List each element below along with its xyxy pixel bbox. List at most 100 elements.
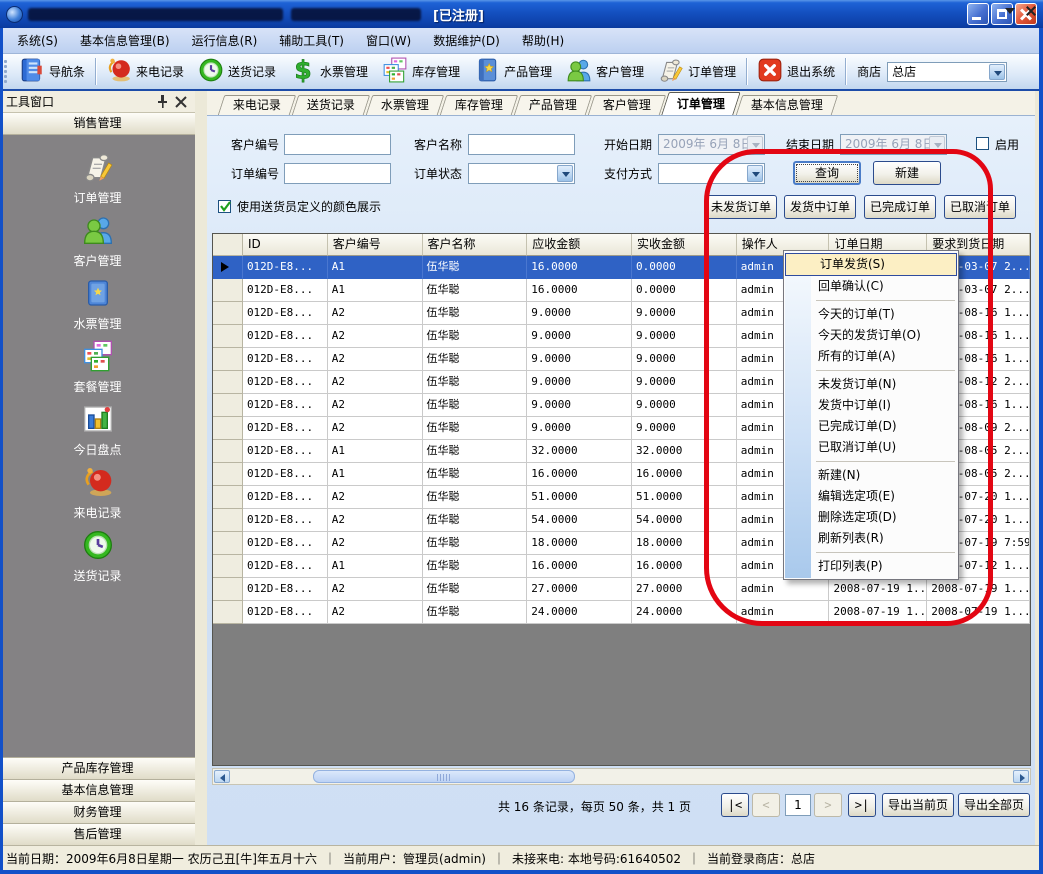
table-cell[interactable]: 伍华聪 [423,279,528,302]
table-cell[interactable]: 伍华聪 [423,325,528,348]
order-status-combobox[interactable] [468,163,575,184]
table-cell[interactable]: A2 [328,578,423,601]
end-date-picker[interactable]: 2009年 6月 8日 [840,134,947,155]
chevron-down-icon[interactable] [557,165,573,182]
table-cell[interactable]: 012D-E8... [243,578,328,601]
table-cell[interactable]: 012D-E8... [243,486,328,509]
table-cell[interactable]: 9.0000 [527,325,632,348]
table-cell[interactable]: 伍华聪 [423,578,528,601]
table-cell[interactable]: 伍华聪 [423,486,528,509]
minimize-button[interactable] [967,3,989,25]
table-cell[interactable]: admin [737,578,830,601]
context-menu-item[interactable]: 未发货订单(N) [784,374,958,395]
table-cell[interactable]: 0.0000 [632,279,737,302]
sidebar-item-people[interactable]: 客户管理 [0,210,195,273]
sidebar-section[interactable]: 财务管理 [0,801,195,823]
table-cell[interactable]: 伍华聪 [423,601,528,624]
toolbar-button-bookstar[interactable]: 产品管理 [467,57,559,87]
table-cell[interactable]: 16.0000 [527,555,632,578]
scroll-left-icon[interactable] [214,770,230,783]
tab-close-icon[interactable] [1025,5,1037,17]
pin-icon[interactable] [154,94,170,110]
column-header[interactable]: 实收金额 [632,234,737,256]
menubar-item[interactable]: 运行信息(R) [181,28,269,53]
sidebar-item-clock[interactable]: 送货记录 [0,525,195,588]
tab-送货记录[interactable]: 送货记录 [292,95,371,115]
table-cell[interactable]: 27.0000 [632,578,737,601]
toolbar-button-scroll[interactable]: 订单管理 [651,57,743,87]
row-selector[interactable] [213,440,243,463]
table-cell[interactable]: 2008-07-19 1... [829,601,927,624]
sidebar-item-bell[interactable]: 来电记录 [0,462,195,525]
sidebar-section-sales[interactable]: 销售管理 [0,113,195,135]
table-row[interactable]: 012D-E8...A2伍华聪24.000024.0000admin2008-0… [213,601,1030,624]
table-cell[interactable]: 012D-E8... [243,532,328,555]
table-cell[interactable]: 51.0000 [527,486,632,509]
export-all-pages-button[interactable]: 导出全部页 [958,793,1030,817]
table-cell[interactable]: A2 [328,486,423,509]
close-icon[interactable] [173,94,189,110]
table-cell[interactable]: 012D-E8... [243,440,328,463]
table-cell[interactable]: 32.0000 [632,440,737,463]
toolbar-button-dollar[interactable]: $水票管理 [283,57,375,87]
table-cell[interactable]: A2 [328,601,423,624]
sidebar-section[interactable]: 产品库存管理 [0,757,195,779]
row-selector[interactable] [213,302,243,325]
table-cell[interactable]: 伍华聪 [423,371,528,394]
order-no-input[interactable] [284,163,391,184]
column-header[interactable]: ID [243,234,328,256]
context-menu-item[interactable]: 删除选定项(D) [784,507,958,528]
context-menu-item[interactable]: 已完成订单(D) [784,416,958,437]
table-cell[interactable]: 伍华聪 [423,440,528,463]
table-cell[interactable]: 伍华聪 [423,555,528,578]
table-cell[interactable]: A2 [328,394,423,417]
table-cell[interactable]: 2008-07-19 1... [829,578,927,601]
row-selector[interactable] [213,371,243,394]
row-selector[interactable] [213,256,243,279]
table-cell[interactable]: A2 [328,417,423,440]
table-cell[interactable]: 16.0000 [527,279,632,302]
status-filter-button[interactable]: 已取消订单 [944,195,1016,219]
tab-list-dropdown-icon[interactable] [1005,8,1015,14]
tab-来电记录[interactable]: 来电记录 [218,95,297,115]
tab-产品管理[interactable]: 产品管理 [514,95,593,115]
table-cell[interactable]: 24.0000 [632,601,737,624]
context-menu-item[interactable]: 新建(N) [784,465,958,486]
row-selector[interactable] [213,417,243,440]
chevron-down-icon[interactable] [989,64,1005,80]
new-button[interactable]: 新建 [873,161,941,185]
table-cell[interactable]: 9.0000 [527,348,632,371]
customer-name-input[interactable] [468,134,575,155]
table-cell[interactable]: 012D-E8... [243,302,328,325]
table-cell[interactable]: A1 [328,555,423,578]
prev-page-button[interactable]: < [752,793,780,817]
scrollbar-thumb[interactable] [313,770,575,783]
table-cell[interactable]: A2 [328,325,423,348]
table-cell[interactable]: A2 [328,371,423,394]
table-cell[interactable]: 伍华聪 [423,302,528,325]
table-cell[interactable]: 012D-E8... [243,417,328,440]
table-cell[interactable]: A2 [328,302,423,325]
table-cell[interactable]: A2 [328,348,423,371]
table-cell[interactable]: 51.0000 [632,486,737,509]
context-menu-item[interactable]: 今天的发货订单(O) [784,325,958,346]
context-menu-item[interactable]: 已取消订单(U) [784,437,958,458]
table-cell[interactable]: 伍华聪 [423,256,528,279]
export-current-page-button[interactable]: 导出当前页 [882,793,954,817]
status-filter-button[interactable]: 发货中订单 [784,195,856,219]
table-cell[interactable]: 9.0000 [527,394,632,417]
row-selector[interactable] [213,463,243,486]
table-cell[interactable]: 16.0000 [632,463,737,486]
table-cell[interactable]: 012D-E8... [243,325,328,348]
table-cell[interactable]: 24.0000 [527,601,632,624]
table-cell[interactable]: 9.0000 [632,302,737,325]
table-cell[interactable]: 012D-E8... [243,348,328,371]
enable-checkbox[interactable] [976,137,989,150]
table-cell[interactable]: 9.0000 [632,371,737,394]
table-cell[interactable]: 16.0000 [527,256,632,279]
tab-水票管理[interactable]: 水票管理 [366,95,445,115]
table-cell[interactable]: 32.0000 [527,440,632,463]
menubar-item[interactable]: 数据维护(D) [422,28,511,53]
sidebar-item-grid[interactable]: 套餐管理 [0,336,195,399]
pay-method-combobox[interactable] [658,163,765,184]
